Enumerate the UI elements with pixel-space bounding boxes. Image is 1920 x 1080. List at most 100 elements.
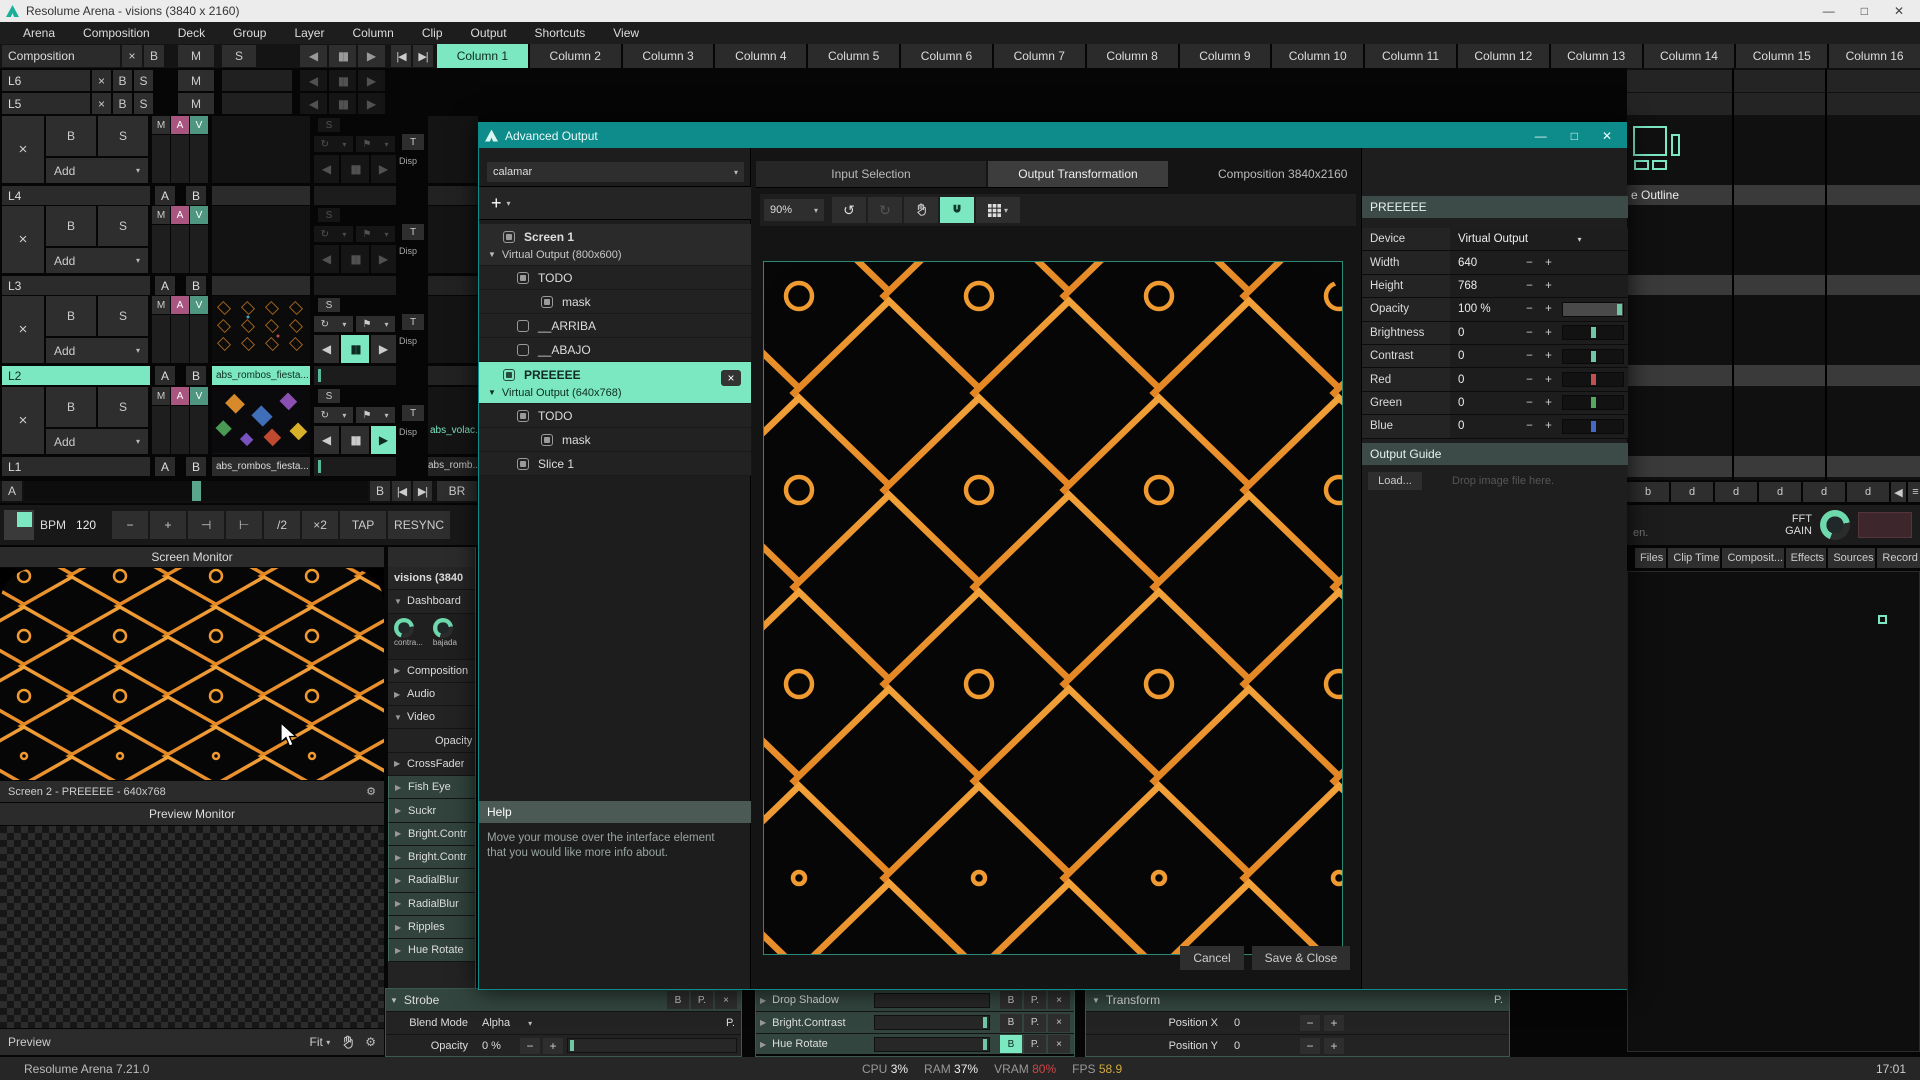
menu-item[interactable]: Deck: [165, 24, 218, 42]
composition-clear-button[interactable]: ×: [122, 45, 142, 67]
blend-params-button[interactable]: P.: [726, 1017, 735, 1029]
layer-b-button[interactable]: B: [186, 186, 206, 205]
layer-b-button[interactable]: B: [186, 457, 206, 476]
preview-fit-select[interactable]: Fit ▾: [310, 1035, 331, 1049]
clip-name-col2[interactable]: [428, 366, 478, 385]
deck-button[interactable]: d: [1847, 482, 1889, 502]
clip-thumbnail-col2[interactable]: [428, 206, 478, 273]
deck-button[interactable]: d: [1671, 482, 1713, 502]
strobe-header[interactable]: ▼ Strobe B P. ×: [386, 989, 741, 1011]
minus-button[interactable]: −: [1520, 298, 1539, 320]
checkbox-icon[interactable]: [517, 458, 529, 470]
checkbox-icon[interactable]: [503, 369, 515, 381]
blend-mode-value[interactable]: Alpha: [482, 1017, 510, 1029]
layer-bypass-button[interactable]: B: [46, 206, 96, 246]
clip-thumbnail[interactable]: [212, 206, 310, 273]
layer-l5-bypass[interactable]: B: [113, 93, 132, 114]
deck-button[interactable]: d: [1803, 482, 1845, 502]
clip-loop-mode[interactable]: ↻▾: [314, 407, 353, 423]
deck-button[interactable]: b: [1627, 482, 1669, 502]
layer-blend-select[interactable]: Add▾: [46, 248, 148, 273]
checkbox-icon[interactable]: [541, 296, 553, 308]
layer-audio-button[interactable]: A: [171, 206, 189, 224]
tree-mask2[interactable]: mask: [479, 428, 751, 452]
menu-item[interactable]: View: [600, 24, 652, 42]
minus-button[interactable]: −: [1520, 345, 1539, 367]
red-value[interactable]: 0: [1450, 368, 1520, 390]
column-header[interactable]: Column 10: [1272, 44, 1363, 68]
column-header[interactable]: Column 14: [1644, 44, 1735, 68]
column-header[interactable]: Column 2: [530, 44, 621, 68]
layer-clear-button[interactable]: ×: [2, 296, 44, 363]
layer-solo-button[interactable]: S: [98, 296, 148, 336]
composition-reverse-button[interactable]: ◀: [300, 45, 327, 67]
chevron-down-icon[interactable]: ▾: [528, 1019, 532, 1028]
metronome-toggle[interactable]: [4, 510, 34, 540]
composition-play-button[interactable]: ▶: [358, 45, 385, 67]
plus-button[interactable]: +: [1539, 275, 1558, 297]
clip-thumbnail[interactable]: [212, 116, 310, 183]
layer-bypass-button[interactable]: B: [46, 296, 96, 336]
effect-params-button[interactable]: P.: [1024, 991, 1046, 1009]
menu-item[interactable]: Group: [220, 24, 279, 42]
browser-tab[interactable]: Files: [1635, 548, 1666, 568]
clip-thumbnail[interactable]: [212, 296, 310, 363]
composition-prev-button[interactable]: |◀: [391, 45, 411, 67]
red-slider[interactable]: [1562, 372, 1624, 387]
clip-name[interactable]: [212, 186, 310, 205]
effect-bypass-button-active[interactable]: B: [1000, 1035, 1022, 1053]
layer-l6-solo[interactable]: S: [134, 70, 153, 91]
checkbox-icon[interactable]: [517, 272, 529, 284]
layer-solo-button[interactable]: S: [98, 387, 148, 427]
crossfader-br-button[interactable]: BR: [437, 481, 477, 501]
layer-label[interactable]: L3: [2, 276, 150, 295]
layer-solo-button[interactable]: S: [98, 116, 148, 156]
position-y-plus[interactable]: +: [1324, 1038, 1344, 1054]
clip-beat-snap[interactable]: ⚑▾: [356, 226, 395, 242]
minus-button[interactable]: −: [1520, 275, 1539, 297]
bpm-tap-button[interactable]: TAP: [340, 511, 386, 539]
layer-l5-play[interactable]: ▶: [358, 93, 385, 114]
bright-contrast-slider[interactable]: [874, 1015, 990, 1030]
clip-name-col2[interactable]: abs_romb...: [428, 457, 478, 476]
tree-slice-todo2[interactable]: TODO: [479, 404, 751, 428]
panel-section-row[interactable]: ▶ Fish Eye: [388, 776, 475, 799]
column-header[interactable]: Column 5: [808, 44, 899, 68]
contrast-slider[interactable]: [1562, 349, 1624, 364]
tree-screen1[interactable]: Screen 1 ▼Virtual Output (800x600): [479, 224, 751, 266]
layer-l6-play[interactable]: ▶: [358, 70, 385, 91]
layer-audio-button[interactable]: A: [171, 116, 189, 134]
composition-solo-button[interactable]: S: [222, 45, 256, 67]
effect-bypass-button[interactable]: B: [1000, 991, 1022, 1009]
screens-setup-thumbnail[interactable]: [1633, 124, 1705, 182]
clip-name-col2[interactable]: [428, 276, 478, 295]
redo-button[interactable]: ↻: [868, 197, 902, 223]
clip-solo-button[interactable]: S: [318, 298, 340, 312]
dashboard-section[interactable]: ▼ Dashboard: [388, 590, 475, 613]
crossfader-prev-button[interactable]: |◀: [392, 481, 411, 501]
crossfader-track[interactable]: [24, 481, 368, 501]
dashboard-knob-contra[interactable]: [394, 618, 414, 638]
plus-button[interactable]: +: [1539, 368, 1558, 390]
clip-position-bar[interactable]: [314, 366, 396, 385]
bpm-resync-button[interactable]: RESYNC: [388, 511, 450, 539]
dialog-minimize-button[interactable]: —: [1535, 129, 1547, 143]
layer-transition-button[interactable]: T: [402, 224, 424, 240]
layer-clear-button[interactable]: ×: [2, 387, 44, 454]
plus-button[interactable]: +: [1539, 251, 1558, 273]
browser-tab[interactable]: Clip Time: [1668, 548, 1720, 568]
position-x-value[interactable]: 0: [1234, 1017, 1274, 1029]
bpm-minus-button[interactable]: −: [112, 511, 148, 539]
tree-slice-todo[interactable]: TODO: [479, 266, 751, 290]
deck-nav-button[interactable]: ◀: [1891, 482, 1906, 502]
minus-button[interactable]: −: [1520, 368, 1539, 390]
tab-input-selection[interactable]: Input Selection: [756, 161, 986, 187]
bpm-nudge-up-button[interactable]: ⊢: [226, 511, 262, 539]
bpm-half-button[interactable]: /2: [264, 511, 300, 539]
crossfader-next-button[interactable]: ▶|: [413, 481, 432, 501]
browser-tab[interactable]: Record: [1877, 548, 1920, 568]
effect-close-button[interactable]: ×: [1048, 991, 1070, 1009]
layer-l6-pause[interactable]: ▮▮: [329, 70, 356, 91]
deck-nav-button[interactable]: ≡: [1908, 482, 1920, 502]
layer-audio-button[interactable]: A: [171, 387, 189, 405]
